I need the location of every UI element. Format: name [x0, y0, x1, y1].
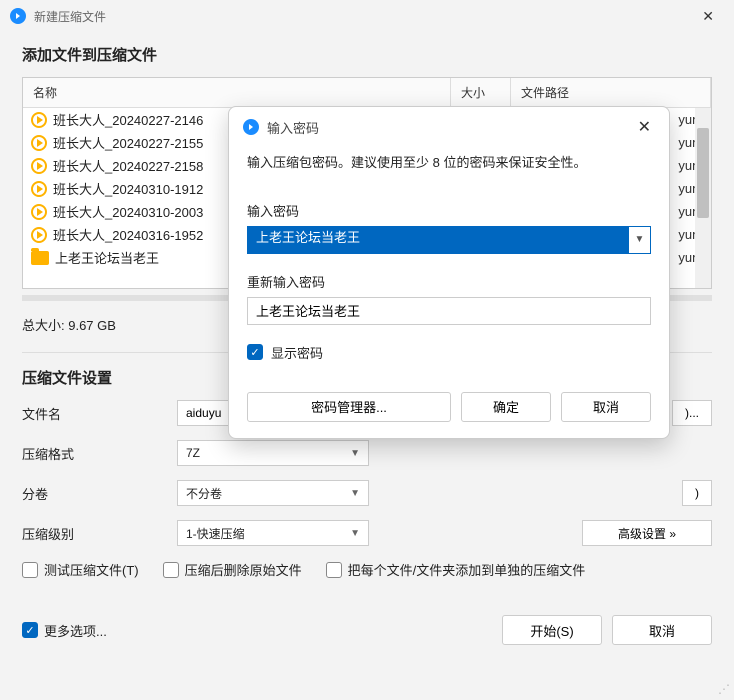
video-file-icon [31, 181, 47, 197]
video-file-icon [31, 158, 47, 174]
column-path[interactable]: 文件路径 [511, 78, 711, 107]
password-manager-button[interactable]: 密码管理器... [247, 392, 451, 422]
level-label: 压缩级别 [22, 524, 167, 543]
separate-archives-checkbox[interactable]: 把每个文件/文件夹添加到单独的压缩文件 [326, 560, 586, 579]
more-options-toggle[interactable]: ✓ 更多选项... [22, 621, 107, 640]
show-password-checkbox[interactable]: ✓ 显示密码 [247, 343, 651, 362]
column-name[interactable]: 名称 [23, 78, 451, 107]
test-archive-checkbox[interactable]: 测试压缩文件(T) [22, 560, 139, 579]
window-close-button[interactable]: ✕ [692, 4, 724, 29]
video-file-icon [31, 112, 47, 128]
password-input[interactable]: 上老王论坛当老王 [248, 227, 628, 253]
dialog-cancel-button[interactable]: 取消 [561, 392, 651, 422]
add-files-heading: 添加文件到压缩文件 [22, 44, 712, 65]
start-button[interactable]: 开始(S) [502, 615, 602, 645]
folder-icon [31, 251, 49, 265]
delete-originals-checkbox[interactable]: 压缩后删除原始文件 [163, 560, 302, 579]
scrollbar[interactable] [695, 108, 711, 288]
cancel-button[interactable]: 取消 [612, 615, 712, 645]
ok-button[interactable]: 确定 [461, 392, 551, 422]
password-confirm-label: 重新输入密码 [247, 272, 651, 291]
level-dropdown[interactable]: 1-快速压缩 ▼ [177, 520, 369, 546]
scrollbar-thumb[interactable] [697, 128, 709, 218]
column-size[interactable]: 大小 [451, 78, 511, 107]
password-dialog: 输入密码 ✕ 输入压缩包密码。建议使用至少 8 位的密码来保证安全性。 输入密码… [228, 106, 670, 439]
checkbox-checked-icon: ✓ [247, 344, 263, 360]
app-icon [243, 119, 259, 135]
format-label: 压缩格式 [22, 444, 167, 463]
file-list-header: 名称 大小 文件路径 [23, 78, 711, 108]
chevron-down-icon: ▼ [350, 448, 360, 459]
filename-label: 文件名 [22, 404, 167, 423]
chevron-down-icon: ▼ [350, 488, 360, 499]
split-dropdown[interactable]: 不分卷 ▼ [177, 480, 369, 506]
dialog-title: 输入密码 [267, 118, 634, 137]
video-file-icon [31, 135, 47, 151]
video-file-icon [31, 227, 47, 243]
window-titlebar: 新建压缩文件 ✕ [0, 0, 734, 32]
chevron-down-icon: ▼ [635, 234, 645, 245]
chevron-down-icon: ▼ [350, 528, 360, 539]
format-dropdown[interactable]: 7Z ▼ [177, 440, 369, 466]
dialog-hint: 输入压缩包密码。建议使用至少 8 位的密码来保证安全性。 [247, 153, 651, 173]
password-confirm-input[interactable] [248, 298, 650, 324]
checkbox-icon [326, 562, 342, 578]
checkbox-icon [163, 562, 179, 578]
dialog-close-button[interactable]: ✕ [634, 117, 655, 137]
window-title: 新建压缩文件 [34, 8, 692, 25]
split-extra-button[interactable]: ) [682, 480, 712, 506]
resize-grip-icon[interactable]: ⋰ [718, 682, 730, 696]
app-icon [10, 8, 26, 24]
advanced-settings-button[interactable]: 高级设置 » [582, 520, 712, 546]
video-file-icon [31, 204, 47, 220]
checkbox-icon [22, 562, 38, 578]
checkbox-checked-icon: ✓ [22, 622, 38, 638]
password-label: 输入密码 [247, 201, 651, 220]
filename-browse-button[interactable]: )... [672, 400, 712, 426]
split-label: 分卷 [22, 484, 167, 503]
password-history-dropdown[interactable]: ▼ [628, 227, 650, 253]
